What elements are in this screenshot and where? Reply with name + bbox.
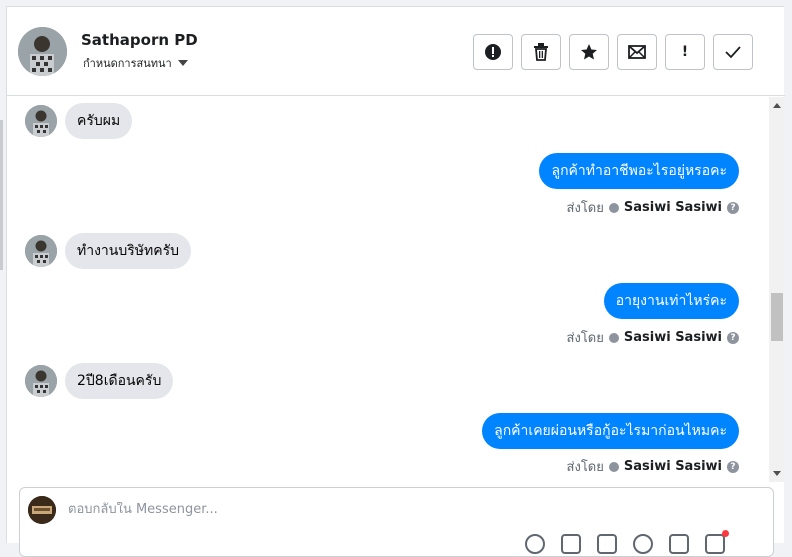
conversation-subtitle: กำหนดการสนทนา <box>83 57 172 70</box>
sent-by-line: ส่งโดย Sasiwi Sasiwi ? <box>567 197 739 218</box>
sender-status-icon <box>608 332 619 343</box>
sent-by-label: ส่งโดย <box>566 460 604 475</box>
saved-reply-icon[interactable] <box>669 534 689 554</box>
alert-circle-icon <box>485 44 501 60</box>
sent-by-line: ส่งโดย Sasiwi Sasiwi ? <box>567 327 739 348</box>
delete-button[interactable] <box>521 34 561 70</box>
composer-toolbar <box>525 530 729 554</box>
outgoing-bubble[interactable]: อายุงานเท่าไหร่คะ <box>603 283 739 319</box>
help-icon[interactable]: ? <box>727 460 739 473</box>
caret-down-icon <box>177 60 188 66</box>
contact-name[interactable]: Sathaporn PD <box>81 31 198 49</box>
tag-icon[interactable] <box>561 534 581 554</box>
sender-name[interactable]: Sasiwi Sasiwi <box>624 330 722 345</box>
follow-up-button[interactable]: ! <box>665 34 705 70</box>
conversation-menu-toggle[interactable]: กำหนดการสนทนา <box>83 54 188 72</box>
sent-by-label: ส่งโดย <box>566 201 604 216</box>
reply-input[interactable] <box>68 502 668 517</box>
trash-icon <box>534 43 548 61</box>
sender-status-icon <box>608 202 619 213</box>
incoming-message: 2ปี8เดือนครับ <box>25 363 174 399</box>
mark-spam-button[interactable] <box>473 34 513 70</box>
mail-icon <box>628 45 646 59</box>
incoming-bubble[interactable]: 2ปี8เดือนครับ <box>65 363 174 399</box>
mark-done-button[interactable] <box>713 34 753 70</box>
conversation-header: Sathaporn PD กำหนดการสนทนา ! <box>7 7 785 96</box>
sender-name[interactable]: Sasiwi Sasiwi <box>624 200 722 215</box>
message-thread: ครับผม ลูกค้าทำอาชีพอะไรอยู่หรอคะ ส่งโดย… <box>7 97 785 482</box>
sender-avatar[interactable] <box>25 105 57 137</box>
scrollbar-thumb[interactable] <box>771 293 783 341</box>
header-actions: ! <box>473 34 753 70</box>
scroll-up-arrow-icon[interactable] <box>773 103 781 108</box>
exclamation-icon: ! <box>681 44 689 60</box>
image-icon[interactable] <box>597 534 617 554</box>
incoming-bubble[interactable]: ทำงานบริษัทครับ <box>65 233 191 269</box>
mark-unread-button[interactable] <box>617 34 657 70</box>
inbox-frame: Sathaporn PD กำหนดการสนทนา ! ครับผม ลูกค… <box>0 0 792 557</box>
like-icon[interactable] <box>705 530 729 554</box>
help-icon[interactable]: ? <box>727 331 739 344</box>
incoming-message: ครับผม <box>25 103 133 139</box>
sender-avatar[interactable] <box>25 365 57 397</box>
star-button[interactable] <box>569 34 609 70</box>
outgoing-bubble[interactable]: ลูกค้าทำอาชีพอะไรอยู่หรอคะ <box>539 153 739 189</box>
outgoing-bubble[interactable]: ลูกค้าเคยผ่อนหรือกู้อะไรมาก่อนไหมคะ <box>482 413 739 449</box>
page-avatar <box>28 496 56 524</box>
reply-composer <box>19 487 774 557</box>
sender-avatar[interactable] <box>25 235 57 267</box>
sent-by-line: ส่งโดย Sasiwi Sasiwi ? <box>567 456 739 477</box>
thread-scrollbar[interactable] <box>769 97 785 482</box>
contact-avatar[interactable] <box>18 27 67 76</box>
sender-name[interactable]: Sasiwi Sasiwi <box>624 459 722 474</box>
attachment-icon[interactable] <box>525 534 545 554</box>
conversation-panel: Sathaporn PD กำหนดการสนทนา ! ครับผม ลูกค… <box>6 6 785 557</box>
check-icon <box>725 46 741 59</box>
scroll-down-arrow-icon[interactable] <box>773 471 781 476</box>
sent-by-label: ส่งโดย <box>566 331 604 346</box>
star-icon <box>581 44 597 60</box>
incoming-bubble[interactable]: ครับผม <box>65 103 133 139</box>
help-icon[interactable]: ? <box>727 201 739 214</box>
sender-status-icon <box>608 461 619 472</box>
incoming-message: ทำงานบริษัทครับ <box>25 233 191 269</box>
emoji-icon[interactable] <box>633 534 653 554</box>
left-scroll-edge <box>0 120 3 270</box>
